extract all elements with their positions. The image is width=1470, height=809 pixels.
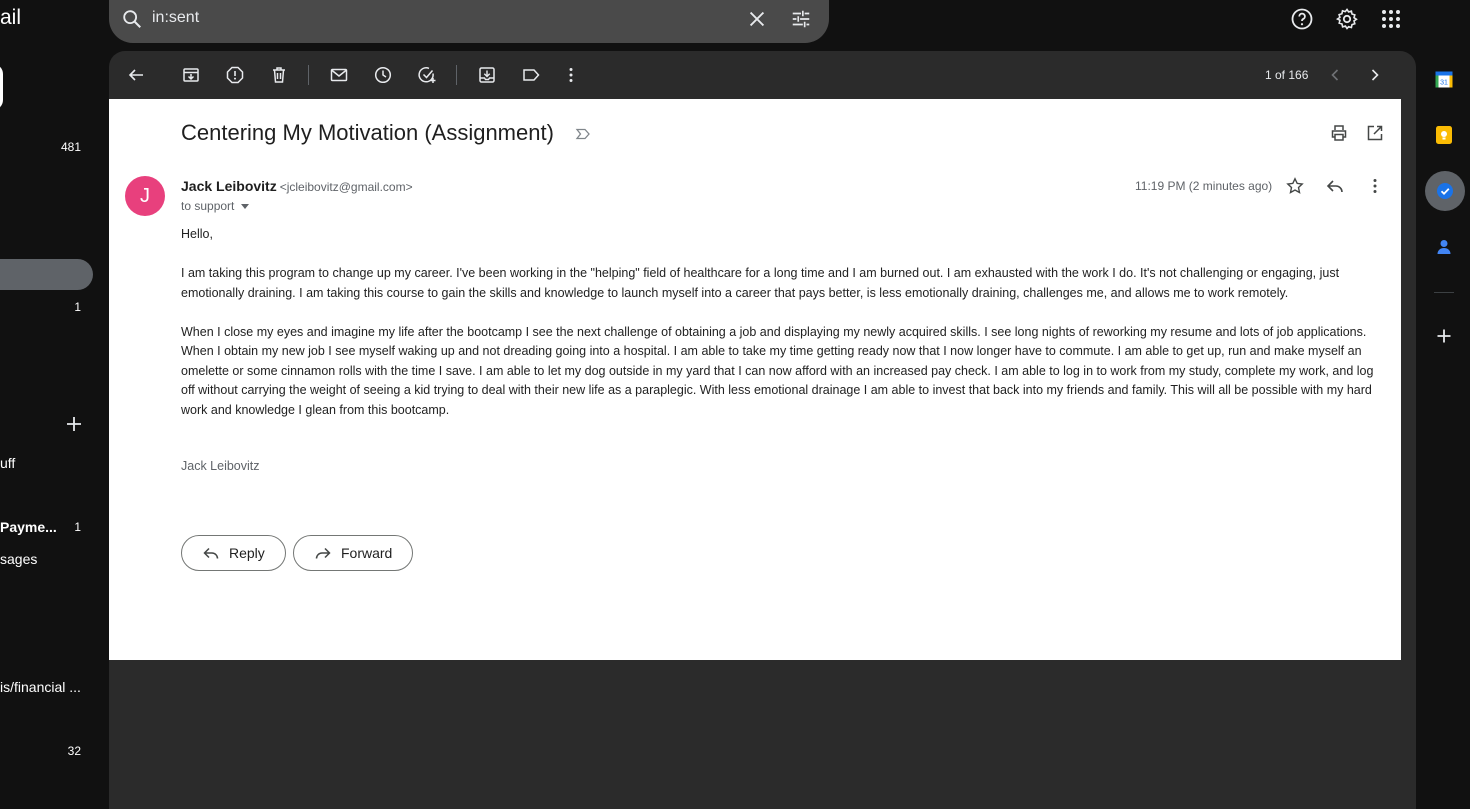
newer-chevron-left-icon[interactable] xyxy=(1325,65,1345,85)
reply-arrow-icon[interactable] xyxy=(1325,176,1345,196)
search-input[interactable]: in:sent xyxy=(152,9,199,27)
inbox-count: 481 xyxy=(60,140,81,154)
move-to-icon[interactable] xyxy=(477,65,497,85)
sidebar-item-payments[interactable]: Payme... xyxy=(0,519,57,535)
snooze-clock-icon[interactable] xyxy=(373,65,393,85)
email-view: Centering My Motivation (Assignment) J J… xyxy=(109,99,1401,660)
email-subject: Centering My Motivation (Assignment) xyxy=(181,120,554,145)
mark-unread-icon[interactable] xyxy=(329,65,349,85)
search-icon[interactable] xyxy=(121,8,143,30)
main-panel: 1 of 166 Centering My Motivation (Assign… xyxy=(109,51,1416,809)
contacts-icon[interactable] xyxy=(1434,237,1454,257)
toolbar-divider xyxy=(308,65,309,85)
more-vert-icon[interactable] xyxy=(561,65,581,85)
sidebar-item-sent[interactable] xyxy=(0,259,93,290)
email-paragraph: I am taking this program to change up my… xyxy=(181,266,1340,300)
sender-avatar[interactable]: J xyxy=(125,176,165,216)
pagination-text: 1 of 166 xyxy=(1265,68,1309,82)
email-signature: Jack Leibovitz xyxy=(181,459,260,473)
sidebar-bottom-count: 32 xyxy=(67,744,81,758)
recipient-details-caret-icon[interactable] xyxy=(241,204,250,210)
toolbar-divider xyxy=(456,65,457,85)
reply-icon xyxy=(203,547,219,559)
tasks-active-highlight[interactable] xyxy=(1425,171,1465,211)
payments-count: 1 xyxy=(74,520,81,534)
sender-name: Jack Leibovitz xyxy=(181,178,277,194)
left-sidebar: ail 481 1 uff Payme... 1 sages is/financ… xyxy=(0,0,109,809)
add-task-icon[interactable] xyxy=(417,65,437,85)
sidebar-item-stuff[interactable]: uff xyxy=(0,455,15,471)
tasks-icon xyxy=(1437,183,1453,199)
side-panel-rail: 31 xyxy=(1416,0,1470,809)
email-paragraph: When I close my eyes and imagine my life… xyxy=(181,324,1374,417)
settings-gear-icon[interactable] xyxy=(1335,7,1359,31)
gmail-window: ail 481 1 uff Payme... 1 sages is/financ… xyxy=(0,0,1470,809)
recipient-text: to support xyxy=(181,199,235,213)
star-icon[interactable] xyxy=(1285,176,1305,196)
sender-info[interactable]: Jack Leibovitz <jcleibovitz@gmail.com> xyxy=(181,178,413,194)
back-arrow-icon[interactable] xyxy=(126,65,146,85)
calendar-icon[interactable]: 31 xyxy=(1434,69,1454,89)
gmail-logo[interactable]: ail xyxy=(0,6,21,30)
compose-button[interactable] xyxy=(0,64,3,110)
older-chevron-right-icon[interactable] xyxy=(1365,65,1385,85)
keep-icon[interactable] xyxy=(1434,125,1454,145)
archive-icon[interactable] xyxy=(181,65,201,85)
calendar-day-text: 31 xyxy=(1440,80,1448,87)
search-options-icon[interactable] xyxy=(789,8,813,30)
forward-icon xyxy=(315,547,331,559)
sidebar-count: 1 xyxy=(74,300,81,314)
add-label-icon[interactable] xyxy=(64,414,84,434)
sidebar-item-financial[interactable]: is/financial ... xyxy=(0,679,81,695)
recipient-line[interactable]: to support xyxy=(181,199,250,213)
sidebar-item-messages[interactable]: sages xyxy=(0,551,37,567)
clear-search-icon[interactable] xyxy=(746,8,768,30)
reply-button[interactable]: Reply xyxy=(181,535,286,571)
rail-divider xyxy=(1434,292,1454,293)
print-icon[interactable] xyxy=(1329,123,1349,143)
importance-marker-icon[interactable] xyxy=(575,126,591,142)
message-more-vert-icon[interactable] xyxy=(1365,176,1385,196)
reply-button-label: Reply xyxy=(229,545,265,561)
forward-button[interactable]: Forward xyxy=(293,535,414,571)
email-greeting: Hello, xyxy=(181,227,213,241)
sender-email: <jcleibovitz@gmail.com> xyxy=(279,180,413,194)
label-icon[interactable] xyxy=(521,65,541,85)
forward-button-label: Forward xyxy=(341,545,393,561)
email-timestamp: 11:19 PM (2 minutes ago) xyxy=(1135,179,1273,193)
delete-icon[interactable] xyxy=(269,65,289,85)
apps-grid-icon[interactable] xyxy=(1379,7,1403,31)
email-body: Hello, I am taking this program to chang… xyxy=(181,225,1386,440)
open-new-window-icon[interactable] xyxy=(1365,123,1385,143)
help-icon[interactable] xyxy=(1290,7,1314,31)
search-bar[interactable]: in:sent xyxy=(109,0,829,43)
report-spam-icon[interactable] xyxy=(225,65,245,85)
get-addons-plus-icon[interactable] xyxy=(1434,326,1454,346)
